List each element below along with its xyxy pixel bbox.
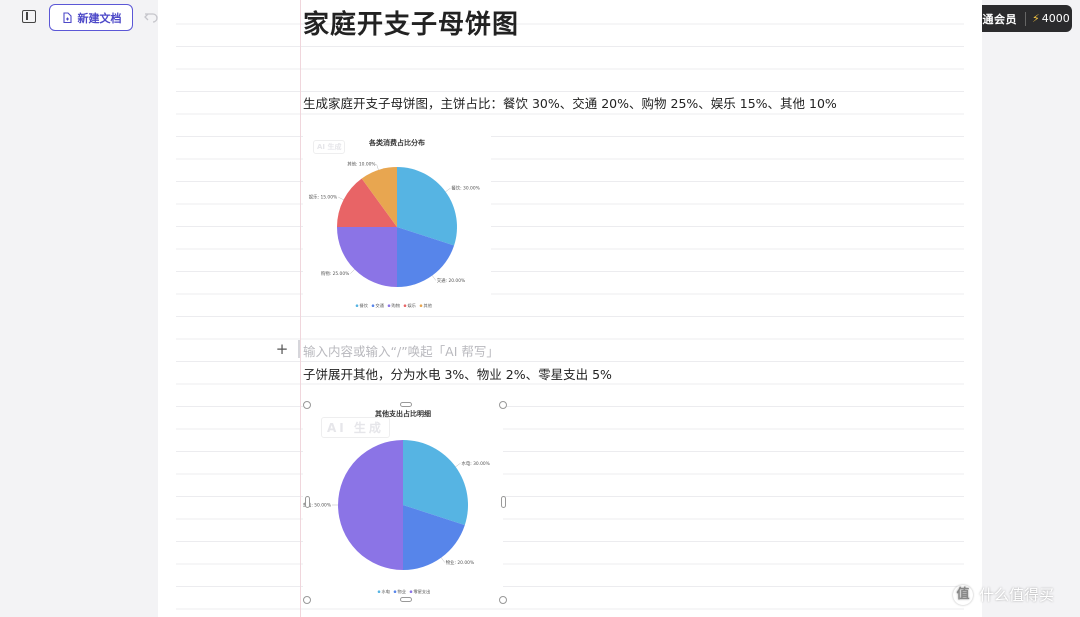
slice-label: 餐饮: 30.00% [451, 185, 479, 192]
document-canvas[interactable]: 家庭开支子母饼图 生成家庭开支子母饼图，主饼占比：餐饮 30%、交通 20%、购… [158, 0, 982, 617]
new-document-label: 新建文档 [77, 11, 122, 25]
document-title[interactable]: 家庭开支子母饼图 [303, 4, 519, 41]
paragraph-sub-pie[interactable]: 子饼展开其他，分为水电 3%、物业 2%、零星支出 5% [303, 364, 612, 383]
legend-label: 娱乐 [408, 302, 416, 309]
legend-label: 零星支出 [414, 588, 431, 595]
lightning-icon: ⚡ [1032, 12, 1040, 25]
new-document-button[interactable]: 新建文档 [49, 4, 133, 31]
site-logo-icon: 值 [953, 584, 973, 605]
legend-swatch [371, 304, 375, 307]
legend-label: 购物 [392, 302, 400, 309]
resize-handle-bottom-right[interactable] [499, 596, 507, 604]
label-leader-line [338, 196, 344, 200]
label-leader-line [376, 164, 379, 170]
undo-icon[interactable] [143, 9, 159, 25]
legend-swatch [355, 304, 359, 307]
paragraph-prompt[interactable]: 生成家庭开支子母饼图，主饼占比：餐饮 30%、交通 20%、购物 25%、娱乐 … [303, 93, 837, 112]
label-leader-line [441, 557, 445, 563]
legend-label: 交通 [376, 302, 385, 309]
new-document-icon [62, 11, 72, 23]
sub-pie-chart-image[interactable]: AI 生成 其他支出占比明细 水电: 30.00%物业: 20.00%零星支出:… [303, 405, 503, 600]
legend-swatch [393, 590, 397, 593]
slice-label: 娱乐: 15.00% [309, 194, 337, 201]
legend-swatch [387, 304, 391, 307]
label-leader-line [445, 188, 451, 192]
resize-handle-top-right[interactable] [499, 401, 507, 409]
margin-line [300, 0, 301, 617]
slice-label: 交通: 20.00% [437, 277, 465, 284]
resize-handle-top-left[interactable] [303, 401, 311, 409]
credits-count: 4000 [1041, 12, 1070, 25]
label-leader-line [350, 269, 355, 274]
pie-chart: 餐饮: 30.00% 交通: 20.00% 购物: 25.00% 娱乐: 15.00%… [309, 161, 480, 309]
main-pie-chart-image[interactable]: AI 生成 各类消费占比分布 餐饮: 30.00% 交通: 20.00% 购物: 2… [303, 132, 491, 314]
resize-handle-left[interactable] [305, 496, 310, 508]
legend-label: 餐饮 [360, 302, 369, 309]
slice-label: 水电: 30.00% [461, 460, 489, 467]
pie-slice-3 [337, 227, 397, 287]
slice-label: 购物: 25.00% [321, 270, 349, 277]
add-block-icon[interactable]: + [273, 340, 291, 358]
text-cursor [298, 340, 300, 358]
site-watermark: 值 什么值得买 [953, 584, 1054, 605]
label-leader-line [432, 275, 436, 281]
label-leader-line [455, 463, 461, 467]
pie-chart: 水电: 30.00%物业: 20.00%零星支出: 50.00%水电物业零星支出 [303, 440, 490, 595]
legend-swatch [419, 304, 423, 307]
resize-handle-top[interactable] [400, 402, 412, 407]
resize-handle-right[interactable] [501, 496, 506, 508]
legend-swatch [377, 590, 381, 593]
editor-placeholder[interactable]: 输入内容或输入“/”唤起「AI 帮写」 [303, 341, 499, 360]
legend-label: 物业 [398, 588, 406, 595]
pie-slice-3 [338, 440, 403, 570]
credits-display[interactable]: ⚡ 4000 [1026, 12, 1070, 25]
legend-label: 其他 [424, 302, 433, 309]
legend-swatch [403, 304, 407, 307]
slice-label: 其他: 10.00% [347, 161, 375, 168]
slice-label: 物业: 20.00% [446, 559, 474, 566]
sidebar-toggle-icon[interactable] [22, 10, 36, 23]
legend-swatch [409, 590, 413, 593]
resize-handle-bottom-left[interactable] [303, 596, 311, 604]
site-watermark-text: 什么值得买 [979, 586, 1055, 604]
resize-handle-bottom[interactable] [400, 597, 412, 602]
legend-label: 水电 [382, 588, 391, 594]
